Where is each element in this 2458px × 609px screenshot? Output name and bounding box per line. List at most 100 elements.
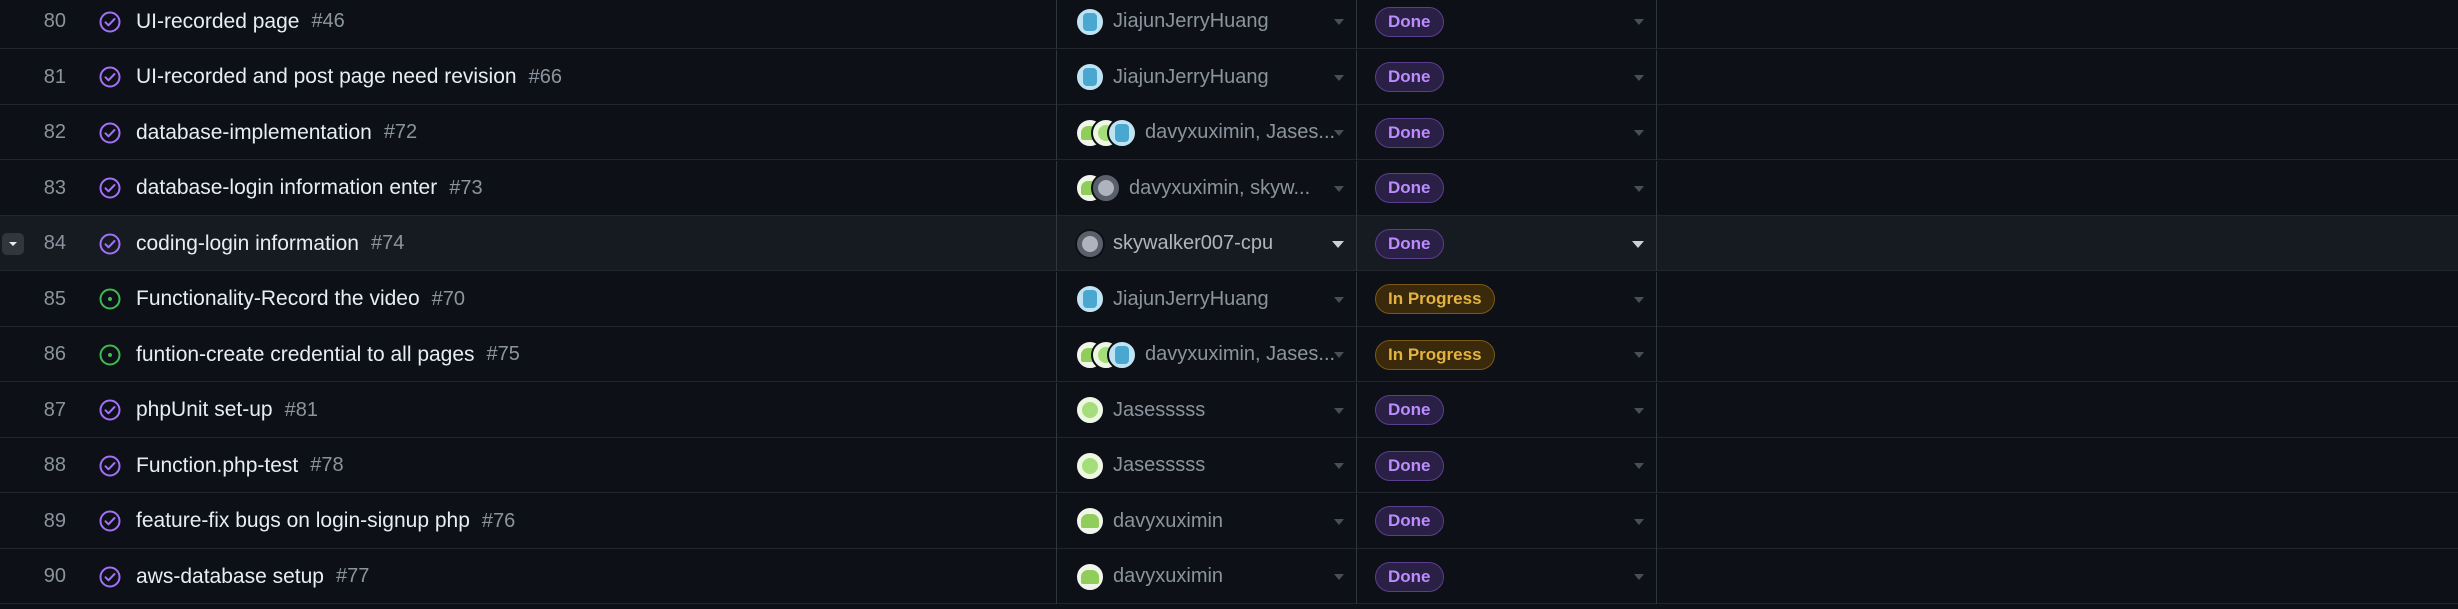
- table-row[interactable]: 87 phpUnit set-up #81 Jasesssss Done: [0, 382, 2458, 438]
- row-number: 83: [43, 176, 66, 199]
- assignee-avatars: [1075, 62, 1105, 92]
- issue-title-link[interactable]: aws-database setup: [136, 565, 324, 589]
- chevron-down-icon[interactable]: [1332, 241, 1344, 248]
- title-cell[interactable]: Function.php-test #78: [86, 438, 1057, 493]
- row-number: 89: [43, 509, 66, 532]
- issue-title-link[interactable]: UI-recorded page: [136, 10, 299, 34]
- chevron-down-icon[interactable]: [1634, 407, 1644, 414]
- issue-number: #76: [481, 509, 516, 532]
- status-cell[interactable]: Done: [1357, 382, 1657, 438]
- assignees-cell[interactable]: davyxuximin, Jases...: [1057, 327, 1357, 382]
- check-circle-icon: [99, 399, 121, 421]
- table-row[interactable]: 86 funtion-create credential to all page…: [0, 327, 2458, 382]
- title-cell[interactable]: UI-recorded page #46: [86, 0, 1057, 49]
- title-cell[interactable]: funtion-create credential to all pages #…: [86, 327, 1057, 382]
- status-cell[interactable]: In Progress: [1357, 271, 1657, 327]
- issue-title-link[interactable]: UI-recorded and post page need revision: [136, 65, 517, 89]
- chevron-down-icon[interactable]: [1634, 296, 1644, 303]
- issue-title-link[interactable]: Function.php-test: [136, 454, 298, 478]
- chevron-down-icon[interactable]: [1334, 74, 1344, 81]
- chevron-down-icon[interactable]: [1634, 74, 1644, 81]
- chevron-down-icon[interactable]: [1634, 574, 1644, 580]
- assignees-cell[interactable]: JiajunJerryHuang: [1057, 49, 1357, 105]
- chevron-down-icon[interactable]: [1634, 19, 1644, 25]
- title-cell[interactable]: database-login information enter #73: [86, 160, 1057, 216]
- assignee-avatars: [1075, 395, 1105, 425]
- status-badge: Done: [1375, 506, 1444, 536]
- empty-cell: [1657, 494, 2458, 549]
- table-row[interactable]: 81 UI-recorded and post page need revisi…: [0, 49, 2458, 105]
- status-cell[interactable]: Done: [1357, 438, 1657, 493]
- issue-title-link[interactable]: coding-login information: [136, 232, 359, 256]
- chevron-down-icon[interactable]: [1334, 130, 1344, 136]
- empty-cell: [1657, 161, 2458, 216]
- assignees-cell[interactable]: skywalker007-cpu: [1057, 216, 1357, 271]
- status-cell[interactable]: Done: [1357, 105, 1657, 160]
- chevron-down-icon[interactable]: [1334, 407, 1344, 414]
- chevron-down-icon[interactable]: [1634, 185, 1644, 192]
- chevron-down-icon[interactable]: [1634, 463, 1644, 469]
- status-badge: Done: [1375, 450, 1444, 481]
- chevron-down-icon[interactable]: [1634, 518, 1644, 525]
- issue-title-link[interactable]: phpUnit set-up: [136, 398, 273, 422]
- table-row[interactable]: 85 Functionality-Record the video #70 Ji…: [0, 271, 2458, 327]
- check-circle-icon: [99, 177, 121, 199]
- status-cell[interactable]: Done: [1357, 0, 1657, 49]
- issue-title-link[interactable]: feature-fix bugs on login-signup php: [136, 509, 470, 533]
- assignees-cell[interactable]: Jasesssss: [1057, 382, 1357, 438]
- title-cell[interactable]: database-implementation #72: [86, 105, 1057, 160]
- project-table: 80 UI-recorded page #46 JiajunJerryHuang…: [0, 0, 2458, 609]
- title-cell[interactable]: phpUnit set-up #81: [86, 382, 1057, 438]
- title-cell[interactable]: feature-fix bugs on login-signup php #76: [86, 493, 1057, 549]
- assignees-cell[interactable]: davyxuximin, Jases...: [1057, 105, 1357, 160]
- empty-cell: [1657, 438, 2458, 493]
- table-row[interactable]: 82 database-implementation #72 davyxuxim…: [0, 105, 2458, 160]
- table-row[interactable]: 90 aws-database setup #77 davyxuximin Do…: [0, 549, 2458, 604]
- avatar: [1107, 117, 1137, 148]
- status-cell[interactable]: Done: [1357, 493, 1657, 549]
- table-row[interactable]: 80 UI-recorded page #46 JiajunJerryHuang…: [0, 0, 2458, 49]
- chevron-down-icon[interactable]: [1334, 574, 1344, 580]
- chevron-down-icon[interactable]: [1632, 241, 1644, 248]
- status-cell[interactable]: Done: [1357, 216, 1657, 271]
- issue-title-link[interactable]: funtion-create credential to all pages: [136, 343, 475, 367]
- status-badge: Done: [1375, 228, 1444, 259]
- status-cell[interactable]: Done: [1357, 49, 1657, 105]
- chevron-down-icon[interactable]: [1634, 130, 1644, 136]
- dot-circle-icon: [99, 344, 121, 365]
- assignees-cell[interactable]: davyxuximin, skyw...: [1057, 160, 1357, 216]
- table-row[interactable]: 83 database-login information enter #73 …: [0, 160, 2458, 216]
- chevron-down-icon[interactable]: [1334, 463, 1344, 469]
- assignee-avatars: [1075, 117, 1137, 148]
- issue-title-link[interactable]: Functionality-Record the video: [136, 287, 420, 311]
- status-cell[interactable]: In Progress: [1357, 327, 1657, 382]
- chevron-down-icon[interactable]: [1634, 352, 1644, 358]
- assignees-cell[interactable]: JiajunJerryHuang: [1057, 271, 1357, 327]
- avatar: [1075, 62, 1105, 92]
- chevron-down-icon[interactable]: [1334, 296, 1344, 303]
- row-number: 80: [43, 10, 66, 32]
- issue-title-link[interactable]: database-implementation: [136, 121, 372, 145]
- assignees-cell[interactable]: davyxuximin: [1057, 493, 1357, 549]
- table-row[interactable]: 88 Function.php-test #78 Jasesssss Done: [0, 438, 2458, 493]
- row-number: 86: [43, 343, 66, 365]
- assignees-cell[interactable]: Jasesssss: [1057, 438, 1357, 493]
- table-row[interactable]: 89 feature-fix bugs on login-signup php …: [0, 493, 2458, 549]
- chevron-down-icon[interactable]: [1334, 19, 1344, 25]
- title-cell[interactable]: coding-login information #74: [86, 216, 1057, 271]
- issue-title-link[interactable]: database-login information enter: [136, 176, 437, 200]
- status-cell[interactable]: Done: [1357, 549, 1657, 604]
- assignees-cell[interactable]: JiajunJerryHuang: [1057, 0, 1357, 49]
- empty-cell: [1657, 272, 2458, 327]
- assignees-cell[interactable]: davyxuximin: [1057, 549, 1357, 604]
- check-circle-icon: [99, 11, 121, 32]
- issue-number: #78: [310, 454, 344, 476]
- title-cell[interactable]: Functionality-Record the video #70: [86, 271, 1057, 327]
- chevron-down-icon[interactable]: [1334, 518, 1344, 525]
- title-cell[interactable]: aws-database setup #77: [86, 549, 1057, 604]
- title-cell[interactable]: UI-recorded and post page need revision …: [86, 49, 1057, 105]
- status-cell[interactable]: Done: [1357, 160, 1657, 216]
- chevron-down-icon[interactable]: [1334, 185, 1344, 192]
- table-row[interactable]: 84 coding-login information #74 skywalke…: [0, 216, 2458, 271]
- chevron-down-icon[interactable]: [1334, 352, 1344, 358]
